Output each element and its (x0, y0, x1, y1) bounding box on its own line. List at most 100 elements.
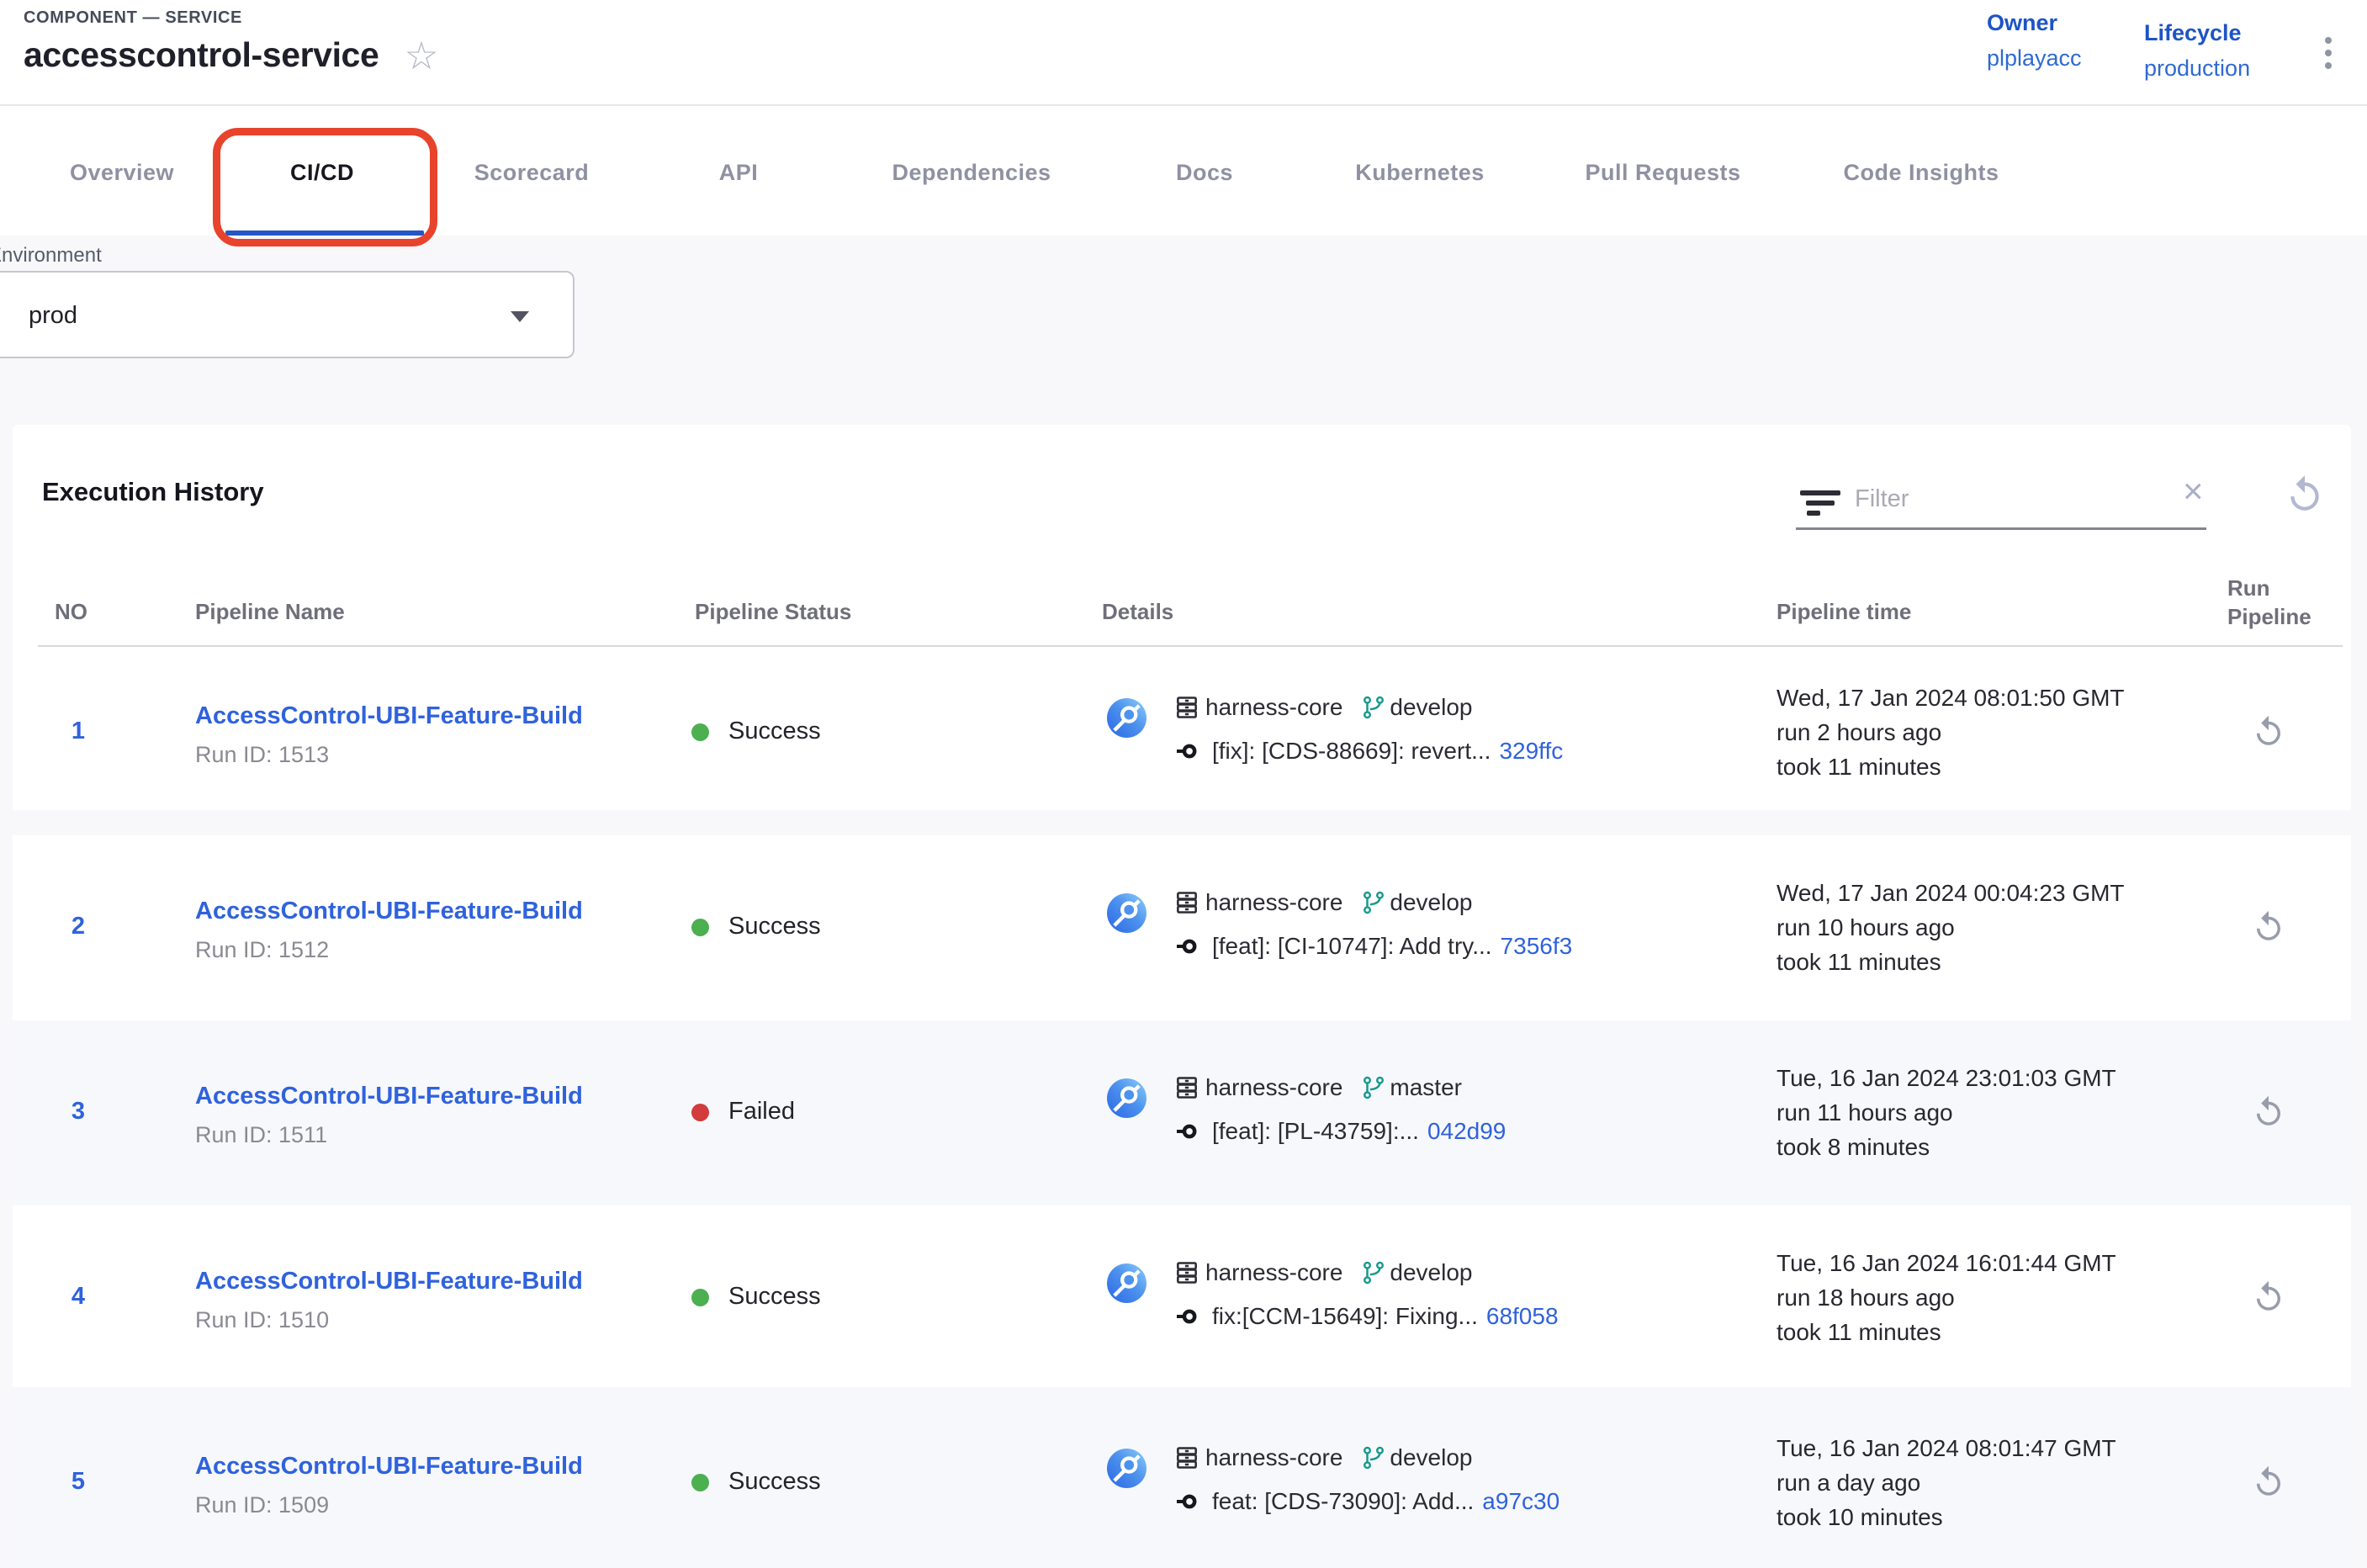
commit-message: [feat]: [CI-10747]: Add try... (1212, 933, 1492, 960)
pipeline-name-link[interactable]: AccessControl-UBI-Feature-Build (195, 898, 583, 925)
table-row: 4 AccessControl-UBI-Feature-Build Run ID… (13, 1205, 2351, 1387)
environment-label: Environment (0, 244, 102, 268)
repository-icon (1173, 1074, 1200, 1101)
pipeline-name-link[interactable]: AccessControl-UBI-Feature-Build (195, 702, 583, 730)
pipeline-time: Tue, 16 Jan 2024 08:01:47 GMT run a day … (1777, 1431, 2116, 1534)
repository-icon (1173, 1444, 1200, 1471)
chevron-down-icon (511, 311, 529, 322)
owner-link[interactable]: plplayacc (1987, 45, 2082, 72)
branch-name: develop (1390, 889, 1472, 916)
refresh-icon[interactable] (2284, 474, 2326, 516)
kebab-menu-icon[interactable] (2322, 34, 2335, 72)
tab-pull-requests[interactable]: Pull Requests (1585, 160, 1740, 186)
row-divider-band (13, 810, 2351, 835)
status-dot (691, 919, 709, 936)
column-header-pipeline-status: Pipeline Status (695, 599, 851, 625)
git-commit-icon (1175, 1118, 1202, 1145)
breadcrumb: COMPONENT — SERVICE (24, 8, 242, 28)
commit-hash-link[interactable]: 7356f3 (1501, 933, 1573, 960)
table-row: 5 AccessControl-UBI-Feature-Build Run ID… (13, 1387, 2351, 1568)
pipeline-name-link[interactable]: AccessControl-UBI-Feature-Build (195, 1083, 583, 1110)
run-id: Run ID: 1510 (195, 1307, 583, 1333)
pipeline-time: Wed, 17 Jan 2024 08:01:50 GMT run 2 hour… (1777, 681, 2125, 784)
branch-name: master (1390, 1074, 1462, 1101)
execution-history-card: Execution History × NO Pipeline Name Pip… (13, 425, 2351, 1568)
row-number: 1 (55, 718, 102, 745)
row-number: 2 (55, 913, 102, 940)
tab-api[interactable]: API (719, 160, 759, 186)
pipeline-execution-icon (1107, 1078, 1146, 1118)
status-label: Success (728, 1468, 821, 1496)
tab-scorecard[interactable]: Scorecard (474, 160, 590, 186)
lifecycle-label: Lifecycle (2144, 20, 2250, 46)
column-header-details: Details (1102, 599, 1173, 625)
run-id: Run ID: 1513 (195, 742, 583, 768)
status-dot (691, 1289, 709, 1306)
status-dot (691, 1474, 709, 1491)
commit-hash-link[interactable]: 329ffc (1499, 738, 1563, 765)
git-branch-icon (1361, 1075, 1386, 1100)
run-id: Run ID: 1512 (195, 937, 583, 963)
pipeline-execution-icon (1107, 1449, 1146, 1488)
run-pipeline-icon[interactable] (2251, 1465, 2286, 1500)
tab-dependencies[interactable]: Dependencies (892, 160, 1051, 186)
tab-docs[interactable]: Docs (1176, 160, 1233, 186)
tab-kubernetes[interactable]: Kubernetes (1355, 160, 1485, 186)
row-number: 5 (55, 1468, 102, 1496)
pipeline-name-link[interactable]: AccessControl-UBI-Feature-Build (195, 1453, 583, 1481)
active-tab-underline (225, 230, 424, 236)
tab-code-insights[interactable]: Code Insights (1843, 160, 1999, 186)
git-commit-icon (1175, 738, 1202, 765)
component-service-page: COMPONENT — SERVICE accesscontrol-servic… (0, 0, 2367, 1568)
run-pipeline-icon[interactable] (2251, 1279, 2286, 1315)
pipeline-name-link[interactable]: AccessControl-UBI-Feature-Build (195, 1268, 583, 1295)
pipeline-execution-icon (1107, 893, 1146, 933)
repository-icon (1173, 889, 1200, 916)
commit-message: [feat]: [PL-43759]:... (1212, 1118, 1419, 1145)
status-label: Failed (728, 1098, 795, 1126)
pipeline-execution-icon (1107, 698, 1146, 738)
status-dot (691, 723, 709, 741)
pipeline-execution-icon (1107, 1263, 1146, 1303)
environment-selected-value: prod (29, 302, 77, 330)
commit-message: fix:[CCM-15649]: Fixing... (1212, 1303, 1478, 1330)
table-header-divider (38, 645, 2343, 647)
run-id: Run ID: 1511 (195, 1122, 583, 1148)
filter-input-underline (1796, 527, 2206, 530)
status-label: Success (728, 913, 821, 940)
column-header-pipeline-time: Pipeline time (1777, 599, 1911, 625)
row-number: 4 (55, 1283, 102, 1311)
git-commit-icon (1175, 933, 1202, 960)
column-header-run-pipeline: Run Pipeline (2227, 574, 2351, 631)
commit-hash-link[interactable]: 68f058 (1486, 1303, 1559, 1330)
git-commit-icon (1175, 1303, 1202, 1330)
run-pipeline-icon[interactable] (2251, 714, 2286, 750)
run-pipeline-icon[interactable] (2251, 1094, 2286, 1130)
commit-message: feat: [CDS-73090]: Add... (1212, 1488, 1474, 1515)
favorite-star-icon[interactable]: ☆ (404, 36, 438, 75)
repository-name: harness-core (1205, 694, 1342, 721)
git-branch-icon (1361, 1445, 1386, 1470)
git-commit-icon (1175, 1488, 1202, 1515)
status-label: Success (728, 1283, 821, 1311)
table-row: 1 AccessControl-UBI-Feature-Build Run ID… (13, 650, 2351, 810)
row-number: 3 (55, 1098, 102, 1126)
environment-select[interactable]: prod (0, 271, 575, 358)
repository-icon (1173, 694, 1200, 721)
run-pipeline-icon[interactable] (2251, 909, 2286, 945)
clear-filter-icon[interactable]: × (2183, 474, 2204, 509)
branch-name: develop (1390, 694, 1472, 721)
execution-history-title: Execution History (42, 477, 264, 507)
tab-cicd[interactable]: CI/CD (290, 160, 354, 186)
lifecycle-link[interactable]: production (2144, 56, 2250, 82)
branch-name: develop (1390, 1259, 1472, 1286)
column-header-no: NO (55, 599, 87, 625)
commit-hash-link[interactable]: 042d99 (1427, 1118, 1506, 1145)
tab-overview[interactable]: Overview (70, 160, 174, 186)
filter-input[interactable] (1855, 477, 2132, 521)
owner-label: Owner (1987, 10, 2082, 36)
run-id: Run ID: 1509 (195, 1492, 583, 1518)
page-title: accesscontrol-service (24, 35, 379, 75)
content-area: Environment prod Execution History × NO … (0, 236, 2367, 1568)
commit-hash-link[interactable]: a97c30 (1482, 1488, 1559, 1515)
